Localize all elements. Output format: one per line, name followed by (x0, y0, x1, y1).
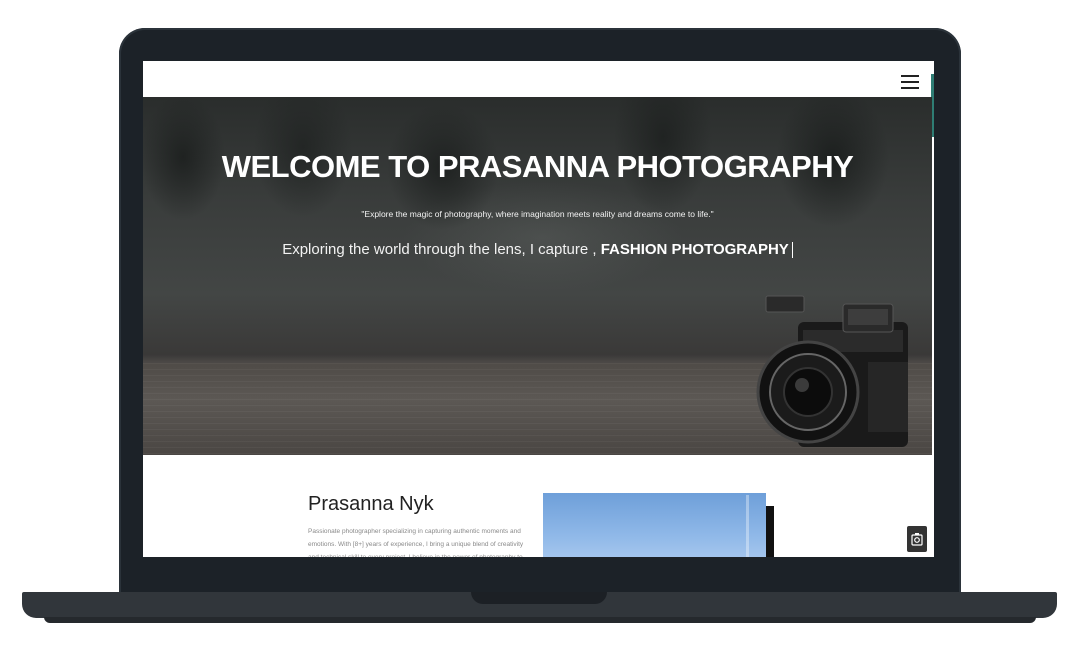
about-image-detail (746, 495, 749, 557)
forest-background (143, 97, 932, 297)
hamburger-menu-icon[interactable] (901, 75, 919, 89)
hero-tagline: Exploring the world through the lens, I … (143, 241, 932, 259)
about-section: Prasanna Nyk Passionate photographer spe… (143, 455, 934, 557)
hero-title: WELCOME TO PRASANNA PHOTOGRAPHY (221, 149, 854, 184)
laptop-notch (471, 592, 607, 604)
navbar (143, 61, 934, 97)
laptop-base-shadow (44, 617, 1036, 623)
typed-highlight: FASHION PHOTOGRAPHY (600, 241, 789, 258)
about-image (543, 493, 766, 557)
tagline-prefix: Exploring the world through the lens, I … (282, 241, 597, 258)
camera-icon[interactable] (907, 526, 927, 552)
typing-cursor (791, 242, 793, 259)
about-name: Prasanna Nyk (308, 493, 434, 515)
laptop-screen: WELCOME TO PRASANNA PHOTOGRAPHY "Explore… (143, 61, 934, 557)
camera-illustration (756, 295, 908, 447)
about-bio: Passionate photographer specializing in … (308, 528, 524, 557)
hero-section: WELCOME TO PRASANNA PHOTOGRAPHY "Explore… (143, 97, 932, 455)
hero-quote: "Explore the magic of photography, where… (361, 209, 714, 219)
